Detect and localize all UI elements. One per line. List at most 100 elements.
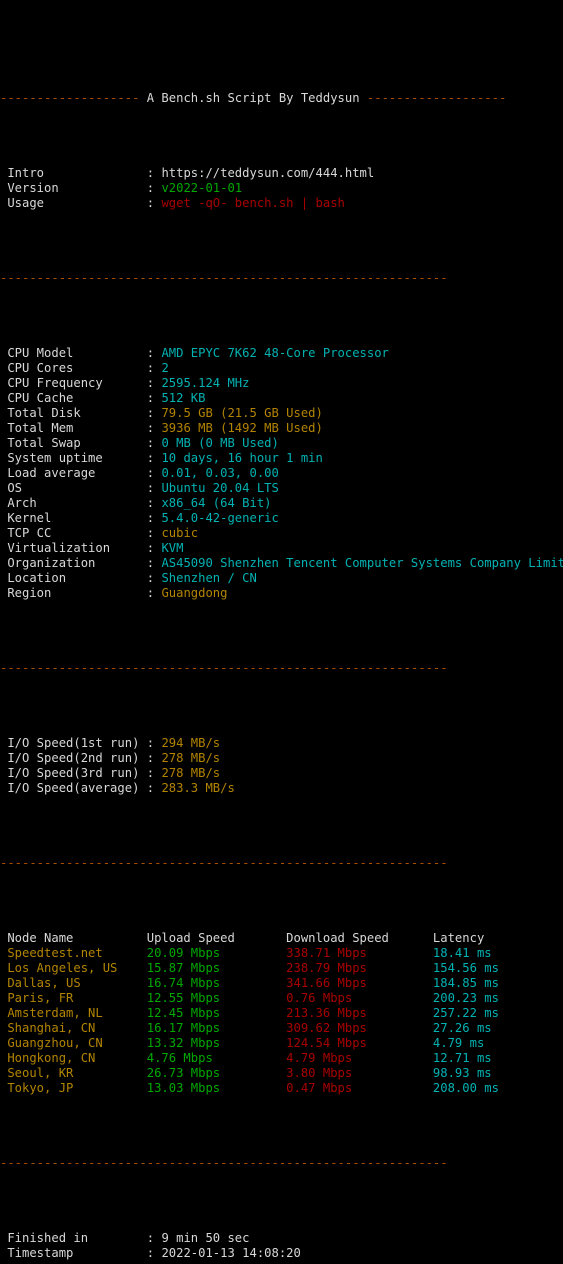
io-field-value: 278 MB/s [161,751,221,765]
system-fields-block: CPU Model : AMD EPYC 7K62 48-Core Proces… [0,346,563,601]
speedtest-download-speed: 124.54 Mbps [286,1036,433,1050]
system-field-value: Ubuntu 20.04 LTS [161,481,279,495]
speedtest-node-name: Los Angeles, US [0,961,147,975]
separator-2: ----------------------------------------… [0,661,563,676]
system-field-label: CPU Cores [0,361,147,375]
speedtest-column-header: Upload Speed [146,931,287,945]
speedtest-column-header: Latency [432,931,521,945]
header-field-label: Intro [0,166,147,180]
header-field-row: Usage : wget -qO- bench.sh | bash [0,196,563,211]
speedtest-column-header: Download Speed [286,931,433,945]
field-colon: : [146,346,162,360]
footer-field-row: Timestamp : 2022-01-13 14:08:20 [0,1246,563,1261]
field-colon: : [146,361,162,375]
footer-field-label: Timestamp [0,1246,147,1260]
speedtest-download-speed: 0.76 Mbps [286,991,433,1005]
speedtest-upload-speed: 13.03 Mbps [146,1081,287,1095]
speedtest-node-name: Hongkong, CN [0,1051,147,1065]
speedtest-node-name: Dallas, US [0,976,147,990]
system-field-value: KVM [161,541,184,555]
field-colon: : [146,181,162,195]
system-field-label: Arch [0,496,147,510]
speedtest-upload-speed: 26.73 Mbps [146,1066,287,1080]
system-field-row: CPU Frequency : 2595.124 MHz [0,376,563,391]
header-field-label: Usage [0,196,147,210]
banner-right-dashes: ------------------- [366,91,507,105]
footer-field-row: Finished in : 9 min 50 sec [0,1231,563,1246]
system-field-label: OS [0,481,147,495]
speedtest-row: Dallas, US 16.74 Mbps 341.66 Mbps 184.85… [0,976,563,991]
system-field-row: Load average : 0.01, 0.03, 0.00 [0,466,563,481]
speedtest-latency: 98.93 ms [432,1066,521,1080]
speedtest-upload-speed: 15.87 Mbps [146,961,287,975]
speedtest-row: Hongkong, CN 4.76 Mbps 4.79 Mbps 12.71 m… [0,1051,563,1066]
system-field-label: CPU Model [0,346,147,360]
system-field-row: Kernel : 5.4.0-42-generic [0,511,563,526]
footer-field-value: 9 min 50 sec [161,1231,250,1245]
system-field-row: Total Disk : 79.5 GB (21.5 GB Used) [0,406,563,421]
header-field-value: wget -qO- bench.sh | bash [161,196,345,210]
io-field-row: I/O Speed(1st run) : 294 MB/s [0,736,563,751]
field-colon: : [146,481,162,495]
system-field-row: Total Swap : 0 MB (0 MB Used) [0,436,563,451]
separator-1: ----------------------------------------… [0,271,563,286]
field-colon: : [146,1231,162,1245]
speedtest-download-speed: 4.79 Mbps [286,1051,433,1065]
speedtest-upload-speed: 16.17 Mbps [146,1021,287,1035]
speedtest-download-speed: 213.36 Mbps [286,1006,433,1020]
speedtest-latency: 257.22 ms [432,1006,521,1020]
speedtest-row: Tokyo, JP 13.03 Mbps 0.47 Mbps 208.00 ms [0,1081,563,1096]
speedtest-upload-speed: 12.55 Mbps [146,991,287,1005]
speedtest-node-name: Paris, FR [0,991,147,1005]
system-field-row: Organization : AS45090 Shenzhen Tencent … [0,556,563,571]
speedtest-node-name: Speedtest.net [0,946,147,960]
system-field-label: Region [0,586,147,600]
speedtest-latency: 200.23 ms [432,991,521,1005]
system-field-label: CPU Frequency [0,376,147,390]
field-colon: : [146,466,162,480]
system-field-row: System uptime : 10 days, 16 hour 1 min [0,451,563,466]
speedtest-latency: 208.00 ms [432,1081,521,1095]
system-field-value: 5.4.0-42-generic [161,511,279,525]
header-field-row: Intro : https://teddysun.com/444.html [0,166,563,181]
speedtest-row: Paris, FR 12.55 Mbps 0.76 Mbps 200.23 ms [0,991,563,1006]
field-colon: : [146,436,162,450]
system-field-value: cubic [161,526,199,540]
speedtest-table: Node Name Upload Speed Download Speed La… [0,931,563,1096]
field-colon: : [146,781,162,795]
header-field-row: Version : v2022-01-01 [0,181,563,196]
speedtest-header-row: Node Name Upload Speed Download Speed La… [0,931,563,946]
header-fields-block: Intro : https://teddysun.com/444.html Ve… [0,166,563,211]
field-colon: : [146,751,162,765]
terminal-screen[interactable]: ------------------- A Bench.sh Script By… [0,0,563,1260]
system-field-label: Total Mem [0,421,147,435]
title-banner: ------------------- A Bench.sh Script By… [0,91,563,106]
speedtest-upload-speed: 12.45 Mbps [146,1006,287,1020]
speedtest-column-header: Node Name [0,931,147,945]
field-colon: : [146,586,162,600]
speedtest-upload-speed: 20.09 Mbps [146,946,287,960]
field-colon: : [146,376,162,390]
system-field-value: 0.01, 0.03, 0.00 [161,466,279,480]
header-field-label: Version [0,181,147,195]
footer-field-value: 2022-01-13 14:08:20 [161,1246,301,1260]
separator-3: ----------------------------------------… [0,856,563,871]
system-field-label: TCP CC [0,526,147,540]
speedtest-row: Speedtest.net 20.09 Mbps 338.71 Mbps 18.… [0,946,563,961]
speedtest-node-name: Guangzhou, CN [0,1036,147,1050]
speedtest-download-speed: 238.79 Mbps [286,961,433,975]
system-field-label: CPU Cache [0,391,147,405]
speedtest-download-speed: 3.80 Mbps [286,1066,433,1080]
banner-title: A Bench.sh Script By Teddysun [139,91,367,105]
speedtest-latency: 18.41 ms [432,946,521,960]
speedtest-row: Guangzhou, CN 13.32 Mbps 124.54 Mbps 4.7… [0,1036,563,1051]
speedtest-node-name: Amsterdam, NL [0,1006,147,1020]
system-field-label: Total Swap [0,436,147,450]
system-field-value: 3936 MB (1492 MB Used) [161,421,323,435]
system-field-label: Organization [0,556,147,570]
speedtest-latency: 4.79 ms [432,1036,521,1050]
speedtest-row: Los Angeles, US 15.87 Mbps 238.79 Mbps 1… [0,961,563,976]
header-field-value: https://teddysun.com/444.html [161,166,375,180]
speedtest-upload-speed: 4.76 Mbps [146,1051,287,1065]
field-colon: : [146,166,162,180]
